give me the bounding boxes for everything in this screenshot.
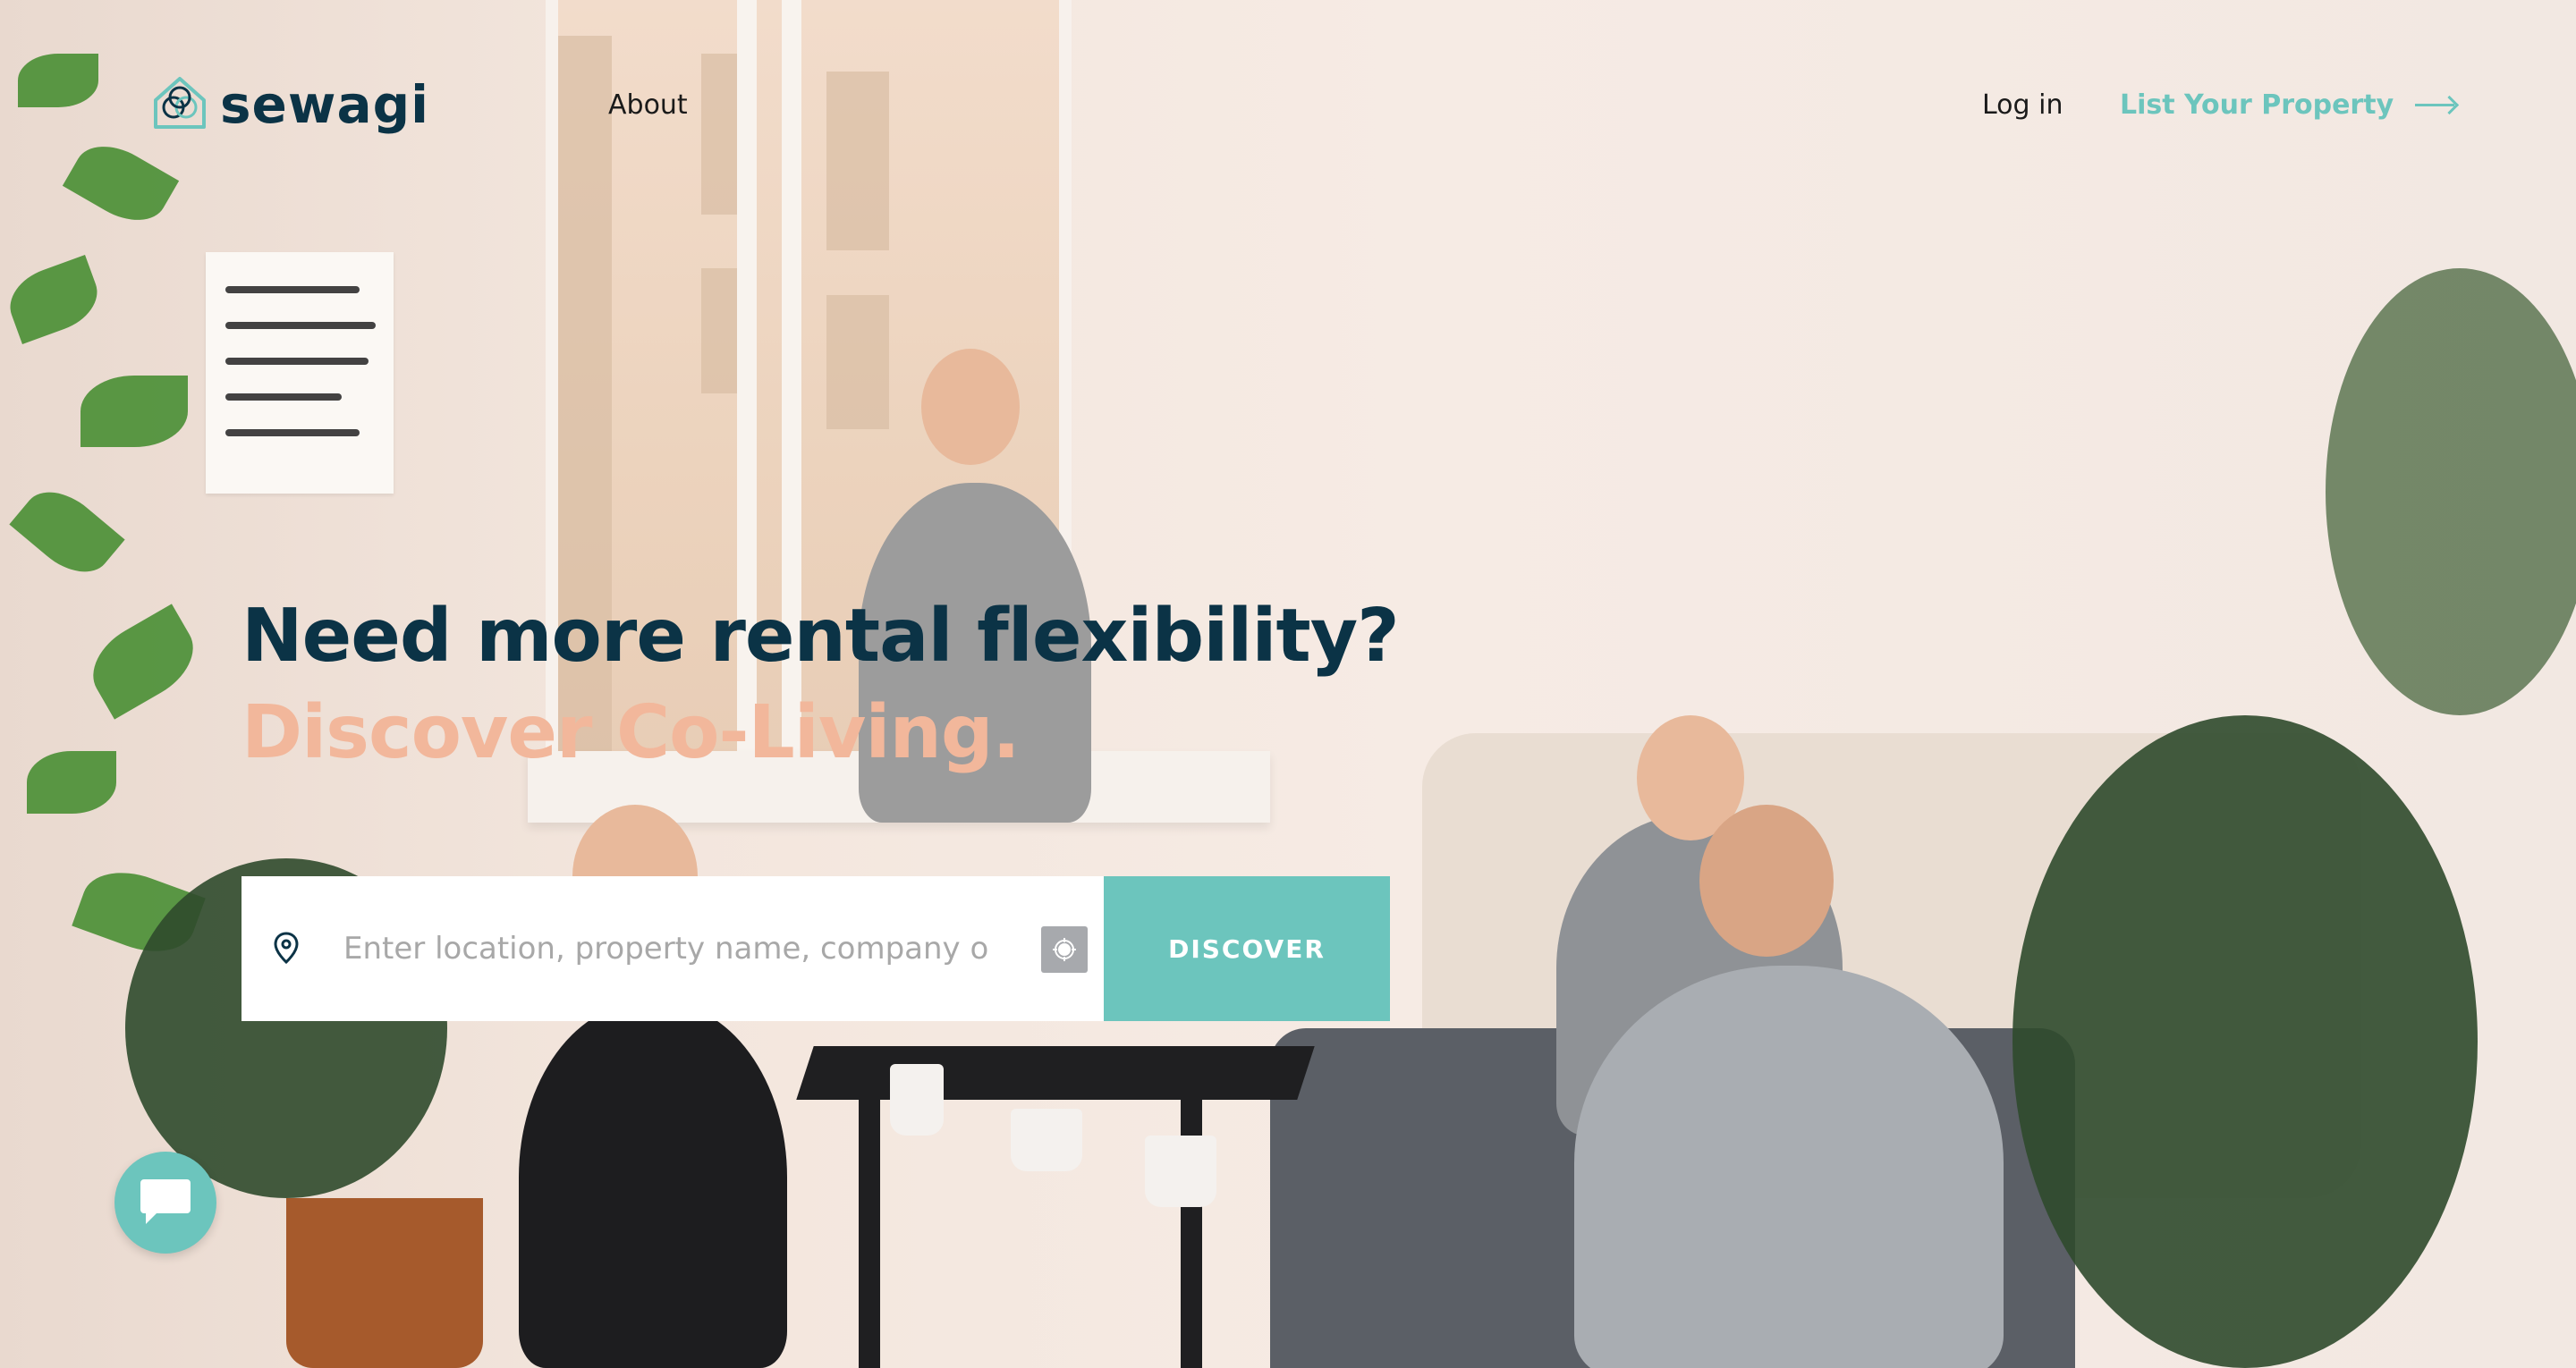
nav-about-link[interactable]: About: [608, 89, 688, 121]
logo-text: sewagi: [220, 74, 429, 135]
hero-headline: Need more rental flexibility?: [242, 594, 1400, 679]
crosshair-icon[interactable]: [1041, 926, 1088, 973]
coffee-table: [796, 1046, 1315, 1100]
hero-background: [0, 0, 2576, 1368]
discover-button[interactable]: DISCOVER: [1104, 876, 1390, 1021]
logo-house-icon: [150, 73, 209, 136]
chat-bubble-icon: [139, 1176, 192, 1229]
logo[interactable]: sewagi: [150, 73, 429, 136]
list-property-link[interactable]: List Your Property: [2120, 89, 2455, 121]
wall-poster: [206, 252, 394, 494]
arrow-right-icon: [2415, 104, 2455, 106]
search-input[interactable]: [342, 912, 989, 985]
list-property-label: List Your Property: [2120, 89, 2394, 121]
hero-subheadline: Discover Co-Living.: [242, 690, 1021, 775]
search-field: [242, 876, 1104, 1021]
search-bar: DISCOVER: [242, 876, 1390, 1021]
location-pin-icon: [274, 932, 299, 967]
chat-button[interactable]: [114, 1152, 216, 1254]
nav-login-link[interactable]: Log in: [1982, 89, 2063, 121]
